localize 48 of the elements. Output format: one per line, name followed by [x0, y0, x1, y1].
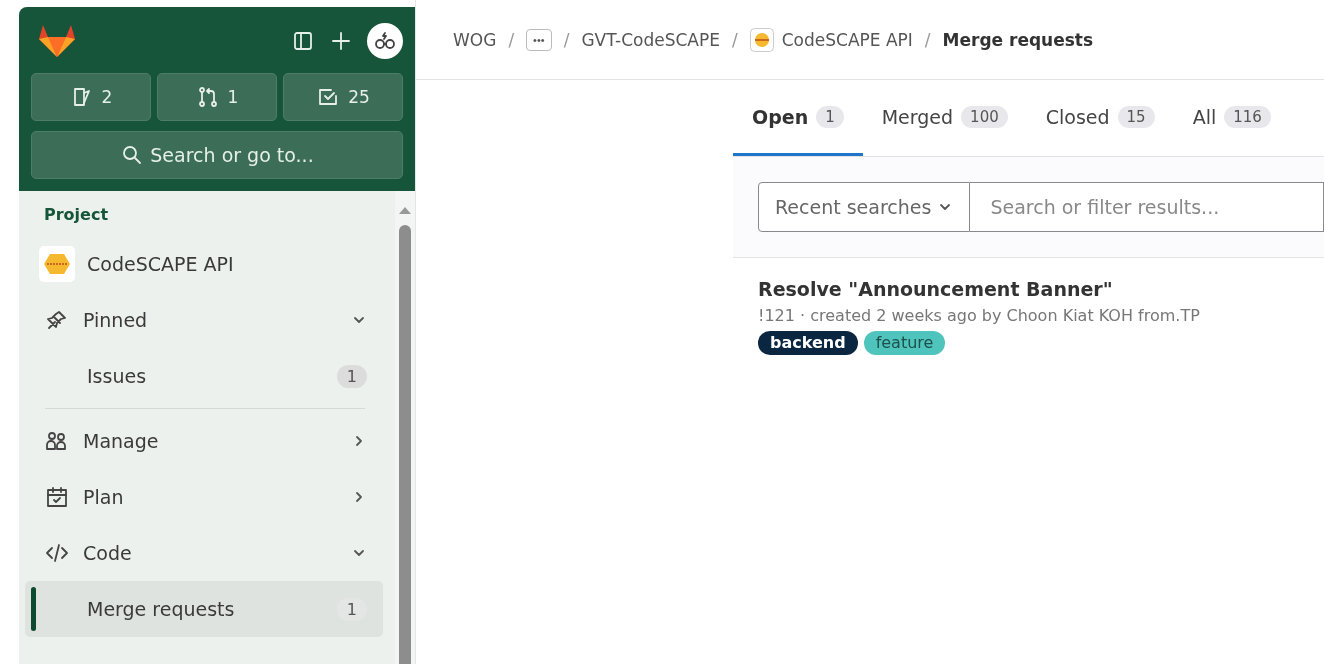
recent-searches-dropdown[interactable]: Recent searches — [758, 182, 971, 232]
count-badge: 1 — [816, 105, 844, 128]
scrollbar[interactable] — [395, 191, 415, 664]
people-icon — [45, 429, 69, 453]
nav-item[interactable]: Merge requests 1 — [25, 581, 383, 637]
search-field[interactable]: Search or filter results... — [970, 182, 1324, 232]
counter-button[interactable]: 2 — [31, 73, 151, 121]
count-badge: 1 — [336, 364, 367, 388]
breadcrumb-current: Merge requests — [942, 29, 1094, 50]
count-badge: 15 — [1117, 105, 1155, 128]
tab[interactable]: All 116 — [1173, 80, 1290, 156]
count-badge: 1 — [336, 597, 367, 621]
plus-icon — [329, 29, 353, 53]
tab[interactable]: Merged 100 — [862, 80, 1027, 156]
merge-request-title[interactable]: Resolve "Announcement Banner" — [758, 278, 1299, 300]
pin-icon — [45, 308, 69, 332]
separator-slash: / — [508, 29, 515, 50]
breadcrumb-link[interactable]: GVT-CodeSCAPE — [581, 29, 720, 50]
separator-slash: / — [563, 29, 570, 50]
project-avatar-icon — [749, 27, 774, 52]
project-avatar-icon — [39, 246, 75, 282]
counter-button[interactable]: 1 — [157, 73, 277, 121]
counter-button[interactable]: 25 — [283, 73, 403, 121]
nav-item[interactable]: Issues 1 — [25, 348, 383, 404]
count-badge: 100 — [961, 105, 1008, 128]
count-badge: 116 — [1224, 105, 1271, 128]
code-icon — [45, 541, 69, 565]
avatar[interactable] — [367, 23, 403, 59]
search-button[interactable]: Search or go to... — [31, 131, 403, 179]
breadcrumb-link[interactable]: CodeSCAPE API — [749, 27, 913, 52]
sidebar-toggle-icon — [291, 29, 315, 53]
scroll-up-arrow-icon[interactable] — [398, 205, 412, 215]
nav-section[interactable]: Pinned — [25, 292, 383, 348]
section-heading: Project — [43, 205, 110, 226]
fox-logo-icon[interactable] — [37, 23, 77, 59]
merge-request-meta: !121 · created 2 weeks ago by Choon Kiat KOH from.TP — [758, 306, 1201, 325]
more-button[interactable]: ••• — [526, 28, 552, 51]
project-link[interactable]: CodeSCAPE API — [25, 236, 383, 292]
nav-section[interactable]: Code — [25, 525, 383, 581]
tab[interactable]: Closed 15 — [1026, 80, 1174, 156]
nav-section[interactable]: Manage — [25, 413, 383, 469]
nav-section[interactable]: Plan — [25, 469, 383, 525]
separator-slash: / — [732, 29, 738, 50]
breadcrumb-link[interactable]: WOG — [453, 29, 497, 50]
separator-slash: / — [924, 29, 931, 50]
calendar-icon — [45, 485, 69, 509]
label-tag[interactable]: feature — [863, 331, 946, 355]
label-tag[interactable]: backend — [758, 331, 858, 355]
